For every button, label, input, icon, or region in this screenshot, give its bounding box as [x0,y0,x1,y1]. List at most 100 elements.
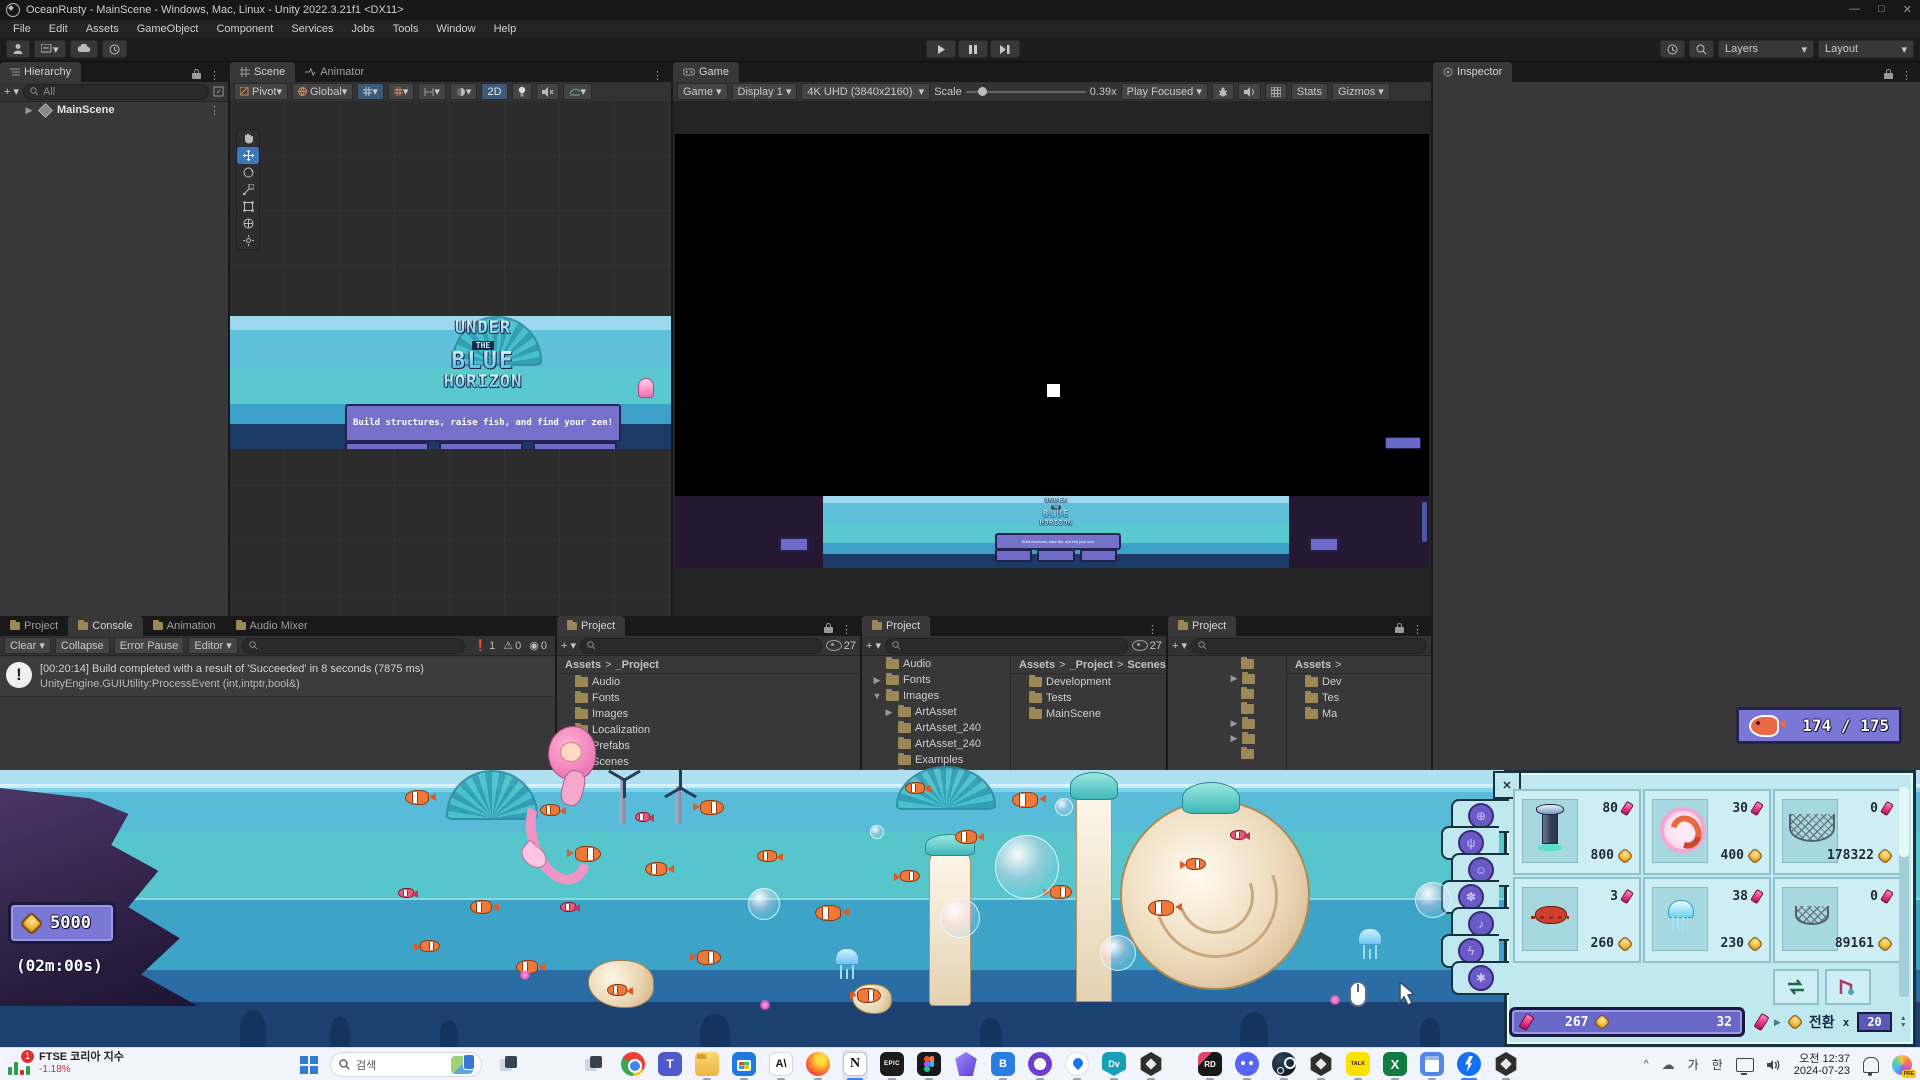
hidden-eye-icon[interactable]: 27 [826,640,856,652]
asset-row[interactable]: Tests [1011,690,1166,706]
spin-down[interactable]: ▼ [1900,1023,1907,1029]
shop-item-cell[interactable]: 0 89161 [1773,877,1901,963]
kebab-icon[interactable]: ⋮ [841,623,852,636]
shading-mode-icon[interactable]: ▾ [450,83,478,100]
close-button[interactable]: ✕ [1903,3,1912,16]
pause-button[interactable] [958,40,988,58]
taskbar-app[interactable] [1064,1050,1090,1080]
taskbar-app[interactable]: B [990,1050,1016,1080]
convert-amount[interactable]: 20 [1857,1012,1891,1032]
taskbar-app[interactable]: N [842,1050,868,1080]
taskbar-app[interactable] [1419,1050,1445,1080]
rect-tool[interactable] [237,198,259,215]
taskbar-app[interactable] [953,1050,979,1080]
hidden-icons-chevron[interactable]: ^ [1644,1059,1649,1070]
shop-item-cell[interactable]: 80 800 [1513,789,1641,875]
scale-tool[interactable] [237,181,259,198]
tree-row[interactable]: ArtAsset_240 [862,720,1010,736]
scene-picker-icon[interactable] [213,86,224,97]
hierarchy-search[interactable]: All [23,84,209,100]
hierarchy-root-row[interactable]: ▶ MainScene ⋮ [0,102,228,118]
lighting-toggle[interactable] [512,83,532,100]
task-view-icon[interactable] [500,1056,518,1072]
shop-tab[interactable]: ✱ [1451,961,1509,995]
lock-icon[interactable] [1884,69,1893,82]
asset-row[interactable]: MainScene [1011,706,1166,722]
game-canvas[interactable]: UNDER THE BLUE HORIZON Build structures,… [673,101,1431,616]
console-log-entry[interactable]: ! [00:20:14] Build completed with a resu… [0,658,555,697]
project-search[interactable] [1191,638,1427,654]
shop-item-cell[interactable]: 3 260 [1513,877,1641,963]
asset-row[interactable]: Dev [1287,674,1431,690]
bug-icon[interactable] [1212,83,1234,100]
scrollbar-thumb[interactable] [1899,787,1909,857]
layout-dropdown[interactable]: Layout▾ [1818,40,1914,58]
tab-hierarchy[interactable]: Hierarchy [0,62,81,82]
scale-slider[interactable] [966,91,1086,93]
console-count-badge[interactable]: ❗1 [469,639,499,652]
taskbar-app[interactable] [1138,1050,1164,1080]
folder-row[interactable]: Audio [557,674,860,690]
asset-row[interactable]: Development [1011,674,1166,690]
display-selector[interactable]: Display 1 ▾ [732,83,798,100]
move-tool[interactable] [237,147,259,164]
rotate-tool[interactable] [237,164,259,181]
shop-item-cell[interactable]: 38 230 [1643,877,1771,963]
gizmos-toggle[interactable]: Gizmos ▾ [1332,83,1390,100]
tree-row[interactable]: ▼Images [862,688,1010,704]
crumb[interactable]: _Project [616,659,659,671]
taskbar-app[interactable]: A\ [768,1050,794,1080]
2d-toggle[interactable]: 2D [481,83,507,100]
crumb[interactable]: _Project [1070,659,1113,671]
project-search[interactable] [580,638,822,654]
add-button[interactable]: + ▾ [866,639,881,652]
minimize-button[interactable]: — [1849,3,1860,16]
console-tab[interactable]: Console [68,616,142,636]
stacked-windows-icon[interactable] [585,1056,603,1072]
step-button[interactable] [990,40,1020,58]
speaker-icon[interactable] [1767,1059,1781,1071]
taskbar-app[interactable]: X [1382,1050,1408,1080]
game-display-menu[interactable]: Game ▾ [677,83,728,100]
editor-button[interactable]: Editor ▾ [188,637,237,654]
ime-han[interactable]: 한 [1712,1056,1723,1073]
asset-row[interactable]: Ma [1287,706,1431,722]
account-icon[interactable] [6,40,30,58]
crumb[interactable]: Assets [1295,659,1331,671]
kebab-icon[interactable]: ⋮ [209,104,228,117]
tool-handle-icon[interactable]: ▾ [418,83,446,100]
lock-icon[interactable] [824,623,833,636]
stats-toggle[interactable]: Stats [1291,83,1328,100]
transform-tool[interactable] [237,215,259,232]
add-button[interactable]: + ▾ [4,85,19,98]
custom-tool[interactable] [237,232,259,249]
taskbar-app[interactable] [1456,1050,1482,1080]
folder-row[interactable]: Images [557,706,860,722]
taskbar-app[interactable] [916,1050,942,1080]
history-icon[interactable] [1660,40,1685,58]
coin-balance-button[interactable]: 5000 [8,902,116,944]
shop-scrollbar[interactable] [1899,787,1909,997]
snap-increment-icon[interactable]: ▾ [388,83,415,100]
crumb[interactable]: Assets [1019,659,1055,671]
taskbar-app[interactable] [1027,1050,1053,1080]
menu-item[interactable]: Window [427,23,484,35]
lock-icon[interactable] [192,69,201,82]
grid-snap-icon[interactable]: ▾ [357,83,384,100]
tab-project[interactable]: Project [557,616,625,636]
scene-canvas[interactable]: UNDER THE BLUE HORIZON Build structures,… [230,101,671,616]
title-button[interactable]: Help [533,442,617,449]
ime-ga[interactable]: 가 [1688,1056,1699,1073]
undo-history-icon[interactable] [102,40,127,58]
clock[interactable]: 오전 12:372024-07-23 [1794,1053,1850,1077]
menu-item[interactable]: Component [207,23,282,35]
console-count-badge[interactable]: ◉0 [525,639,551,652]
crumb[interactable]: Assets [565,659,601,671]
folder-row[interactable]: Fonts [557,690,860,706]
effects-toggle-icon[interactable]: ▾ [563,83,593,100]
start-button[interactable] [300,1056,318,1074]
focus-mode-selector[interactable]: Play Focused ▾ [1121,83,1208,100]
view-tool[interactable] [237,130,259,147]
menu-item[interactable]: Jobs [343,23,384,35]
tree-row[interactable]: Audio [862,656,1010,672]
